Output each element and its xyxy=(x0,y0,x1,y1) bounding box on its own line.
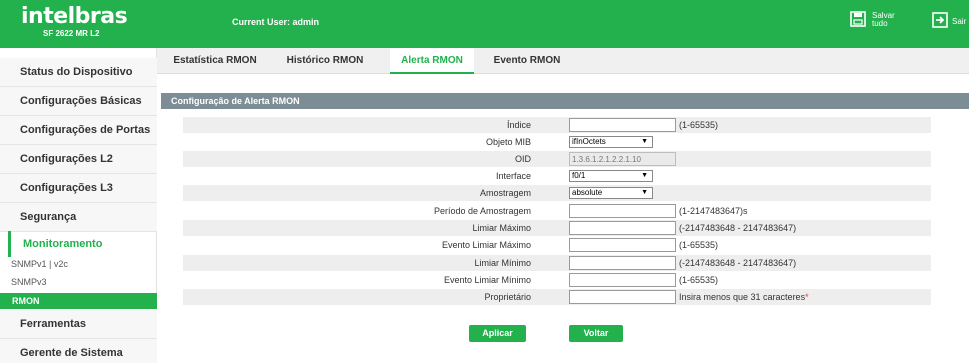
sidebar-subitem-rmon[interactable]: RMON xyxy=(0,293,157,309)
exit-icon xyxy=(932,12,948,30)
form-row-max-threshold-event: Evento Limiar Máximo (1-65535) xyxy=(183,237,931,253)
exit-label: Sair xyxy=(952,16,967,26)
chevron-down-icon: ▼ xyxy=(641,172,648,179)
sidebar-item-status[interactable]: Status do Dispositivo xyxy=(0,58,157,87)
form-row-max-threshold: Limiar Máximo (-2147483648 - 2147483647) xyxy=(183,220,931,236)
max-threshold-hint: (-2147483648 - 2147483647) xyxy=(679,223,797,233)
brand-logo: intelbras SF 2622 MR L2 xyxy=(21,4,131,39)
form-row-owner: Proprietário Insira menos que 31 caracte… xyxy=(183,289,931,305)
device-model: SF 2622 MR L2 xyxy=(43,29,100,38)
index-input[interactable] xyxy=(569,118,676,132)
min-threshold-event-input[interactable] xyxy=(569,273,676,287)
max-threshold-event-label: Evento Limiar Máximo xyxy=(441,240,531,250)
apply-button[interactable]: Aplicar xyxy=(469,325,526,342)
chevron-down-icon: ▼ xyxy=(641,189,648,196)
max-threshold-event-hint: (1-65535) xyxy=(679,240,719,250)
index-label: Índice xyxy=(506,120,531,130)
sidebar-subitem-snmpv1-v2c[interactable]: SNMPv1 | v2c xyxy=(11,259,68,269)
mib-object-label: Objeto MIB xyxy=(485,137,531,147)
sampling-period-hint: (1-2147483647)s xyxy=(679,206,748,216)
sampling-select[interactable]: absolute ▼ xyxy=(569,187,653,199)
tab-rmon-statistics[interactable]: Estatística RMON xyxy=(165,48,265,74)
save-label-line2: tudo xyxy=(872,19,888,28)
tab-rmon-alert[interactable]: Alerta RMON xyxy=(390,48,474,74)
sidebar-item-security[interactable]: Segurança xyxy=(0,203,157,232)
owner-label: Proprietário xyxy=(484,292,531,302)
sidebar-subitem-snmpv3[interactable]: SNMPv3 xyxy=(11,277,47,287)
owner-hint: Insira menos que 31 caracteres* xyxy=(679,292,809,302)
form-row-min-threshold-event: Evento Limiar Mínimo (1-65535) xyxy=(183,272,931,288)
sidebar: Status do Dispositivo Configurações Bási… xyxy=(0,48,157,363)
save-all-button[interactable]: Salvar tudo xyxy=(850,11,895,29)
current-user-label: Current User: admin xyxy=(232,17,320,27)
form-row-oid: OID xyxy=(183,151,931,167)
max-threshold-input[interactable] xyxy=(569,221,676,235)
tab-rmon-event[interactable]: Evento RMON xyxy=(484,48,570,74)
min-threshold-event-label: Evento Limiar Mínimo xyxy=(443,275,531,285)
tab-bar: Estatística RMON Histórico RMON Alerta R… xyxy=(157,48,969,74)
section-title: Configuração de Alerta RMON xyxy=(161,93,969,109)
sidebar-item-tools[interactable]: Ferramentas xyxy=(0,310,157,339)
owner-hint-text: Insira menos que 31 caracteres xyxy=(679,292,806,302)
sidebar-item-port-config[interactable]: Configurações de Portas xyxy=(0,116,157,145)
min-threshold-label: Limiar Mínimo xyxy=(474,258,531,268)
max-threshold-label: Limiar Máximo xyxy=(472,223,531,233)
required-mark: * xyxy=(805,292,809,302)
interface-label: Interface xyxy=(495,171,531,181)
sampling-label: Amostragem xyxy=(479,188,531,198)
oid-label: OID xyxy=(514,154,531,164)
sampling-period-input[interactable] xyxy=(569,204,676,218)
sidebar-item-l3-config[interactable]: Configurações L3 xyxy=(0,174,157,203)
form-row-interface: Interface f0/1 ▼ xyxy=(183,168,931,184)
exit-button[interactable]: Sair xyxy=(932,12,966,30)
form-row-index: Índice (1-65535) xyxy=(183,117,931,133)
max-threshold-event-input[interactable] xyxy=(569,238,676,252)
logo-text: intelbras xyxy=(21,4,128,29)
min-threshold-hint: (-2147483648 - 2147483647) xyxy=(679,258,797,268)
tab-rmon-history[interactable]: Histórico RMON xyxy=(275,48,375,74)
top-header: intelbras SF 2622 MR L2 Current User: ad… xyxy=(0,0,969,48)
interface-value: f0/1 xyxy=(572,171,586,180)
form-row-mib-object: Objeto MIB ifInOctets ▼ xyxy=(183,134,931,150)
sidebar-item-basic-config[interactable]: Configurações Básicas xyxy=(0,87,157,116)
oid-input xyxy=(569,152,676,166)
form-row-sampling: Amostragem absolute ▼ xyxy=(183,185,931,201)
min-threshold-event-hint: (1-65535) xyxy=(679,275,719,285)
owner-input[interactable] xyxy=(569,290,676,304)
form-row-min-threshold: Limiar Mínimo (-2147483648 - 2147483647) xyxy=(183,255,931,271)
sidebar-item-system-manager[interactable]: Gerente de Sistema xyxy=(0,339,157,363)
chevron-down-icon: ▼ xyxy=(641,138,648,145)
index-hint: (1-65535) xyxy=(679,120,719,130)
mib-object-select[interactable]: ifInOctets ▼ xyxy=(569,136,653,148)
save-icon xyxy=(850,11,866,29)
sidebar-item-l2-config[interactable]: Configurações L2 xyxy=(0,145,157,174)
form-row-sampling-period: Período de Amostragem (1-2147483647)s xyxy=(183,203,931,219)
interface-select[interactable]: f0/1 ▼ xyxy=(569,170,653,182)
sidebar-item-monitoring[interactable]: Monitoramento xyxy=(8,231,157,257)
mib-object-value: ifInOctets xyxy=(572,137,606,146)
min-threshold-input[interactable] xyxy=(569,256,676,270)
sampling-value: absolute xyxy=(572,188,603,197)
back-button[interactable]: Voltar xyxy=(569,325,623,342)
sampling-period-label: Período de Amostragem xyxy=(433,206,531,216)
